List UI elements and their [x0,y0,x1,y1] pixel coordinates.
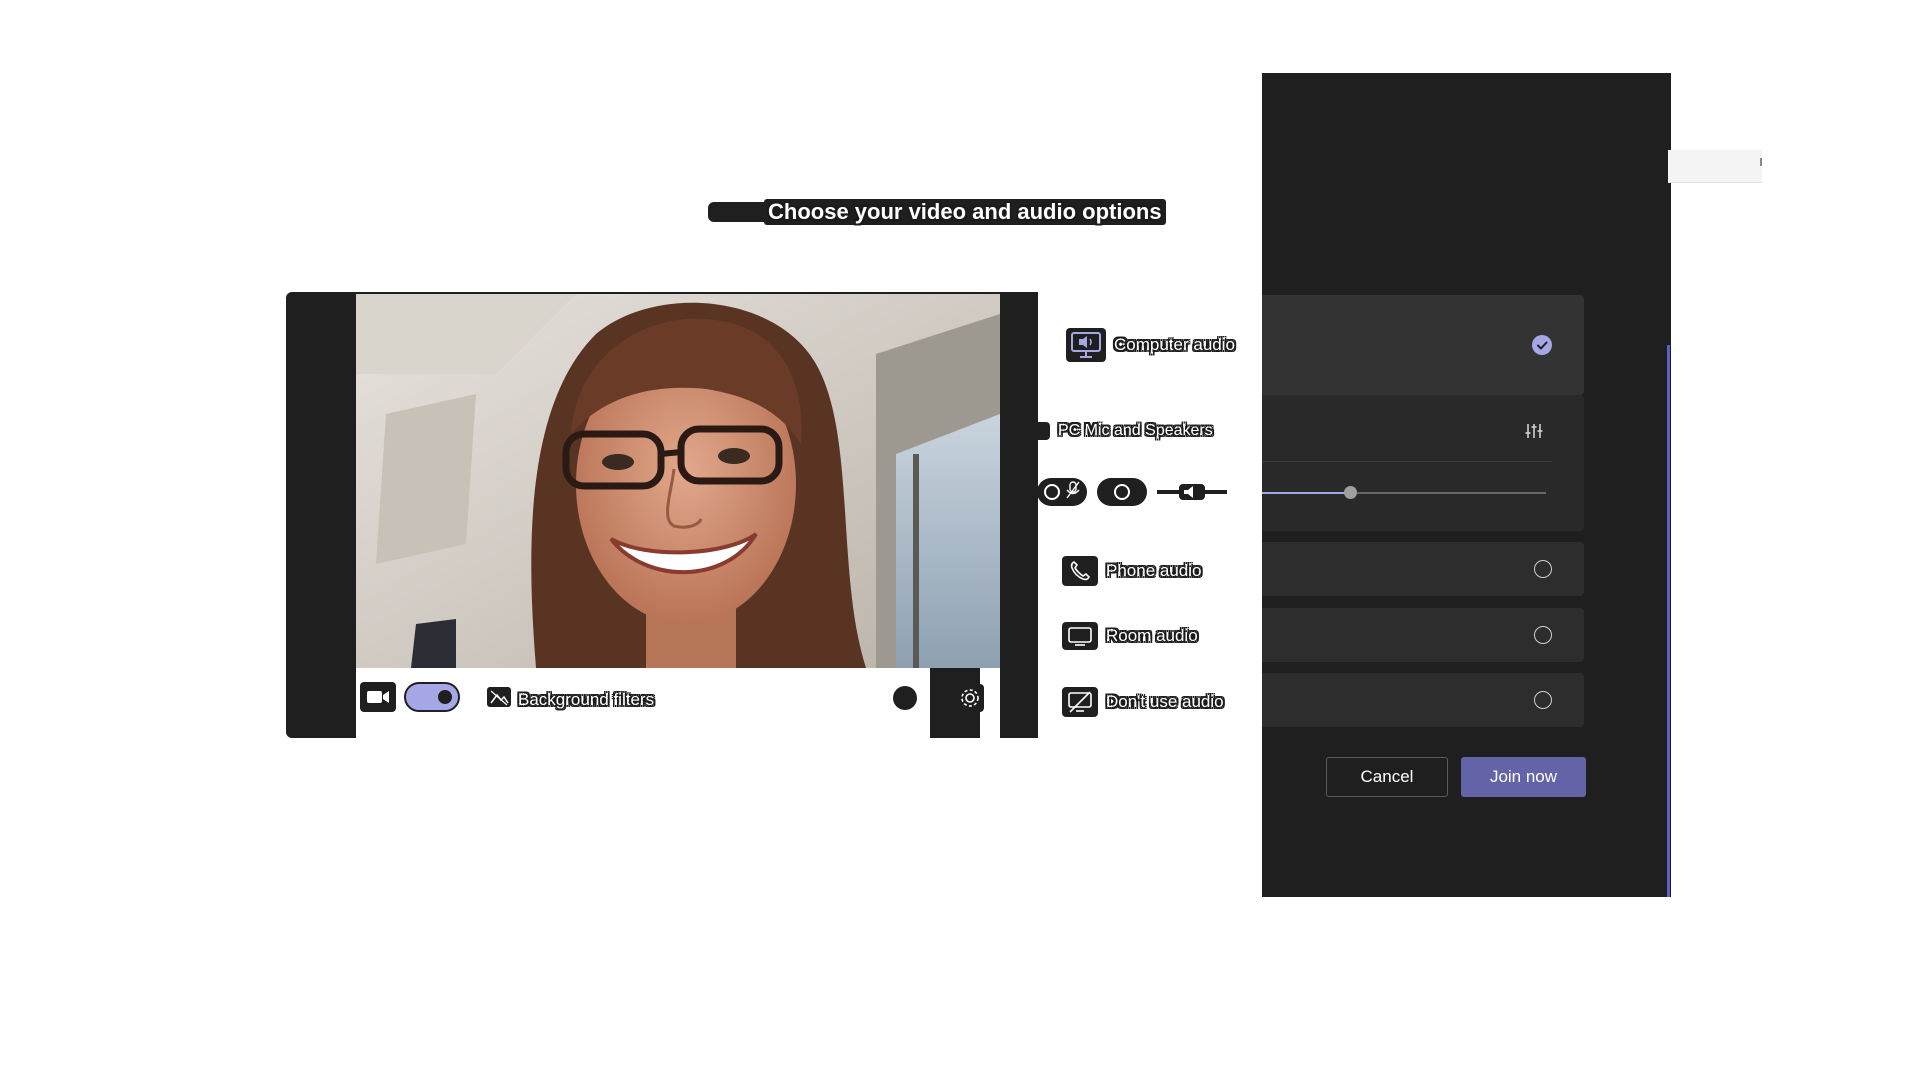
gear-icon[interactable] [956,684,984,717]
phone-icon [1062,556,1098,586]
no-audio-card[interactable] [1262,673,1584,727]
page-title: Choose your video and audio options [764,199,1166,225]
background-filters-button[interactable]: Background filters [486,686,654,713]
volume-thumb[interactable] [1344,486,1358,499]
device-settings-card [1262,395,1584,531]
divider [1262,461,1552,462]
no-audio-radio[interactable] [1534,691,1552,709]
pre-join-screen: Choose your video and audio options Canc… [0,0,1920,1080]
no-audio-icon [1062,687,1098,717]
camera-option-button[interactable] [893,686,917,710]
no-audio-label: Don't use audio [1106,692,1224,711]
phone-audio-option[interactable]: Phone audio [1062,556,1201,586]
audio-device-selector[interactable]: PC Mic and Speakers [1010,422,1213,440]
cancel-button[interactable]: Cancel [1326,757,1448,797]
room-monitor-icon [1062,622,1098,650]
no-audio-option[interactable]: Don't use audio [1062,687,1224,717]
device-marker [1010,422,1050,440]
check-icon [1532,335,1552,355]
mixer-icon[interactable] [1524,422,1544,445]
room-audio-option[interactable]: Room audio [1062,622,1198,650]
room-audio-card[interactable] [1262,608,1584,662]
computer-audio-label: Computer audio [1114,335,1235,354]
background-filters-label: Background filters [518,689,655,709]
speaker-monitor-icon [1066,328,1106,362]
computer-audio-card[interactable] [1262,295,1584,395]
volume-icon [1157,484,1227,500]
phone-audio-label: Phone audio [1106,561,1202,580]
background-filter-icon [486,686,512,713]
panel-accent-edge [1667,345,1670,897]
join-now-button[interactable]: Join now [1461,757,1586,797]
audio-controls [1037,478,1227,506]
frame-divider [1000,292,1038,738]
speaker-toggle[interactable] [1097,478,1147,506]
video-camera-icon [360,682,396,712]
phone-audio-radio[interactable] [1534,560,1552,578]
panel-edge [1668,150,1762,183]
title-row: Choose your video and audio options [708,199,1166,225]
volume-slider[interactable] [1262,486,1546,499]
camera-controls [360,682,460,712]
phone-audio-card[interactable] [1262,542,1584,596]
mic-off-icon [1066,480,1080,504]
volume-fill [1262,492,1351,494]
mic-toggle[interactable] [1037,478,1087,506]
camera-toggle[interactable] [404,682,460,712]
room-audio-radio[interactable] [1534,626,1552,644]
camera-preview [356,294,1000,668]
device-label: PC Mic and Speakers [1058,422,1213,439]
computer-audio-option[interactable]: Computer audio [1066,328,1235,362]
title-decoration [708,202,770,222]
room-audio-label: Room audio [1106,626,1198,645]
